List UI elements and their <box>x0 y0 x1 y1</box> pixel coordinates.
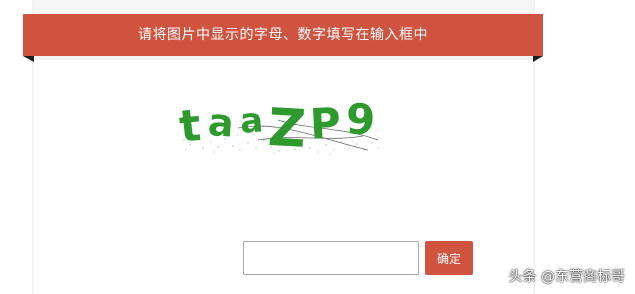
svg-text:a: a <box>207 100 236 146</box>
svg-text:t: t <box>178 100 203 153</box>
instruction-text: 请将图片中显示的字母、数字填写在输入框中 <box>138 27 428 43</box>
confirm-button[interactable]: 确定 <box>425 241 473 275</box>
captcha-graphic: t a a Z P 9 <box>178 94 379 156</box>
captcha-image[interactable]: t a a Z P 9 <box>178 90 388 156</box>
ribbon-fold-left <box>23 56 34 62</box>
captcha-characters: t a a Z P 9 <box>178 94 376 156</box>
svg-text:P: P <box>309 98 342 149</box>
dialog-top-strip <box>34 0 533 14</box>
ribbon-fold-right <box>533 56 543 62</box>
watermark-text: 头条 @东营商标哥 <box>508 269 625 285</box>
instruction-header: 请将图片中显示的字母、数字填写在输入框中 <box>23 14 543 56</box>
captcha-answer-input[interactable] <box>243 241 419 275</box>
svg-text:9: 9 <box>345 94 376 144</box>
svg-text:Z: Z <box>267 98 308 156</box>
svg-text:a: a <box>239 100 265 142</box>
